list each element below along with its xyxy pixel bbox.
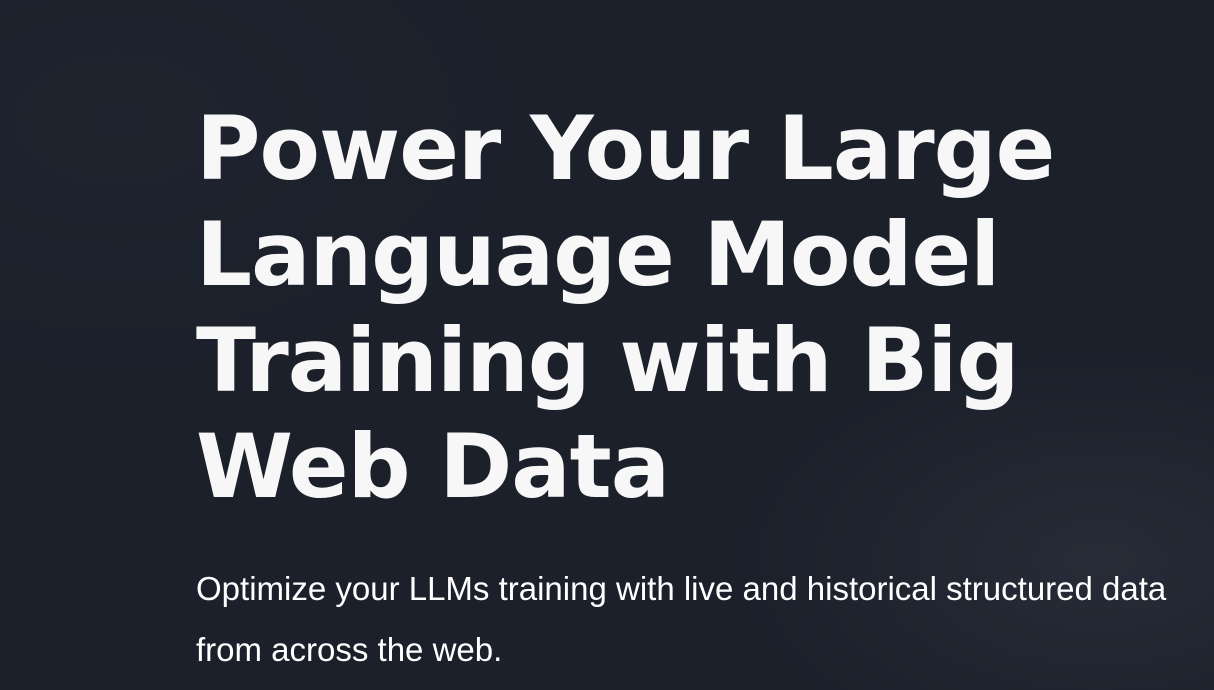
hero-title: Power Your Large Language Model Training… (196, 96, 1116, 520)
hero-subtitle: Optimize your LLMs training with live an… (196, 570, 1167, 668)
hero-title-line-4: Web Data (196, 415, 670, 518)
hero-title-line-2: Language Model (196, 203, 1000, 306)
hero-title-line-1: Power Your Large (196, 97, 1055, 200)
hero-title-line-3: Training with Big (196, 309, 1019, 412)
hero-content: Power Your Large Language Model Training… (196, 96, 1186, 680)
hero-section: Power Your Large Language Model Training… (0, 0, 1214, 690)
